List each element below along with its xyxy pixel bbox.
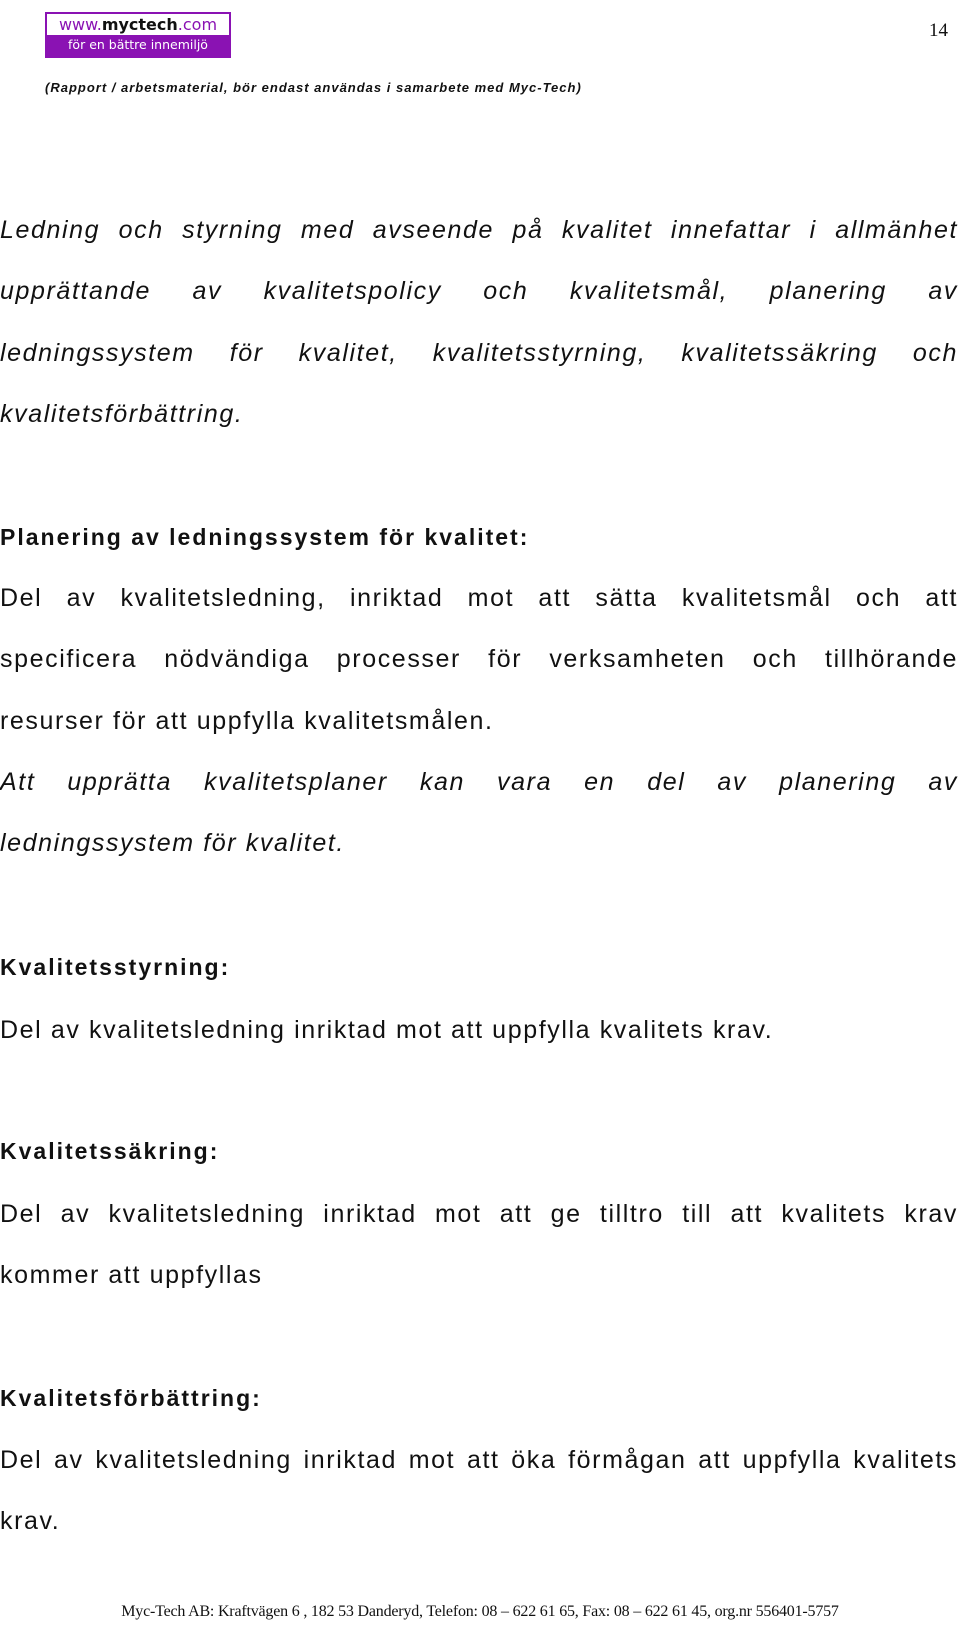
section-heading-planering: Planering av ledningssystem för kvalitet…: [0, 524, 530, 550]
intro-paragraph: Ledning och styrning med avseende på kva…: [0, 200, 958, 445]
confidentiality-notice: (Rapport / arbetsmaterial, bör endast an…: [45, 80, 582, 95]
section-note-planering: Att upprätta kvalitetsplaner kan vara en…: [0, 752, 958, 875]
body-line: Del av kvalitetsledning, inriktad mot at…: [0, 584, 958, 612]
body-line: resurser för att uppfylla kvalitetsmålen…: [0, 706, 494, 735]
section-body-planering: Del av kvalitetsledning, inriktad mot at…: [0, 568, 958, 752]
section-body-kvalitetssakring: Del av kvalitetsledning inriktad mot att…: [0, 1184, 958, 1307]
section-heading-kvalitetssakring: Kvalitetssäkring:: [0, 1138, 220, 1164]
body-line: Del av kvalitetsledning inriktad mot att…: [0, 1446, 958, 1474]
section-heading-kvalitetsstyrning: Kvalitetsstyrning:: [0, 954, 231, 980]
note-line: Att upprätta kvalitetsplaner kan vara en…: [0, 768, 958, 796]
logo-url: www.myctech.com: [47, 14, 229, 35]
page-footer: Myc-Tech AB: Kraftvägen 6 , 182 53 Dande…: [121, 1603, 839, 1620]
note-line: ledningssystem för kvalitet.: [0, 829, 345, 858]
intro-line: ledningssystem för kvalitet, kvalitetsst…: [0, 338, 958, 367]
intro-line: kvalitetsförbättring.: [0, 399, 244, 428]
body-line: Del av kvalitetsledning inriktad mot att…: [0, 1016, 774, 1044]
body-line: specificera nödvändiga processer för ver…: [0, 645, 958, 674]
section-heading-kvalitetsforbattring: Kvalitetsförbättring:: [0, 1385, 262, 1411]
page-number: 14: [929, 20, 948, 41]
intro-line: Ledning och styrning med avseende på kva…: [0, 216, 958, 244]
logo-tagline: för en bättre innemiljö: [68, 37, 208, 52]
section-body-kvalitetsforbattring: Del av kvalitetsledning inriktad mot att…: [0, 1430, 958, 1553]
body-line: Del av kvalitetsledning inriktad mot att…: [0, 1200, 958, 1228]
intro-line: upprättande av kvalitetspolicy och kvali…: [0, 277, 958, 306]
body-line: kommer att uppfyllas: [0, 1261, 263, 1290]
body-line: krav.: [0, 1507, 61, 1536]
logo-suffix: .com: [177, 15, 218, 34]
logo-brand: myctech: [101, 15, 178, 34]
section-body-kvalitetsstyrning: Del av kvalitetsledning inriktad mot att…: [0, 1000, 958, 1061]
company-logo: www.myctech.com för en bättre innemiljö: [45, 12, 231, 58]
logo-prefix: www.: [58, 15, 102, 34]
